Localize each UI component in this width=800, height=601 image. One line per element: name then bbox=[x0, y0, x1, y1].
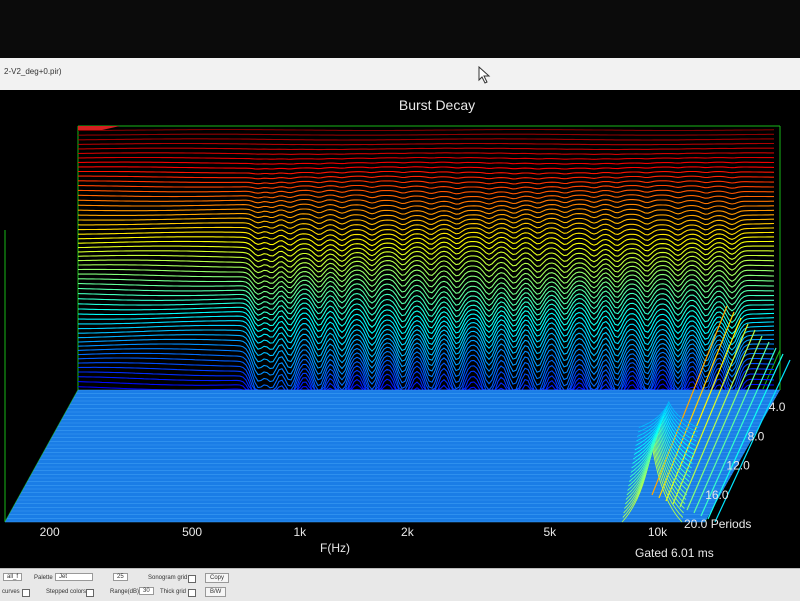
monitor-bezel bbox=[0, 0, 800, 58]
x-tick-label: 1k bbox=[293, 525, 307, 539]
x-axis-label: F(Hz) bbox=[320, 541, 350, 555]
depth-tick-label: 12.0 bbox=[726, 459, 750, 473]
thick-grid-label: Thick grid bbox=[160, 589, 187, 595]
range-input[interactable]: 30 bbox=[139, 587, 154, 595]
x-tick-label: 10k bbox=[648, 525, 668, 539]
depth-tick-label: 20.0 Periods bbox=[684, 517, 751, 531]
burst-decay-chart: Burst Decay 200 500 1k 2k 5k 10k F(Hz) 4.0 8.0… bbox=[0, 90, 800, 568]
mouse-cursor-icon bbox=[478, 66, 491, 84]
curves-label: curves bbox=[2, 589, 20, 595]
range-label: Range(dB) bbox=[110, 589, 140, 595]
bw-button[interactable]: B/W bbox=[205, 587, 227, 597]
palette-select[interactable]: Jet bbox=[55, 573, 93, 581]
depth-tick-label: 16.0 bbox=[705, 488, 729, 502]
stepped-colors-label: Stepped colors bbox=[46, 589, 87, 595]
steps-input[interactable]: 25 bbox=[113, 573, 128, 581]
depth-tick-label: 4.0 bbox=[769, 400, 786, 414]
sonogram-grid-checkbox[interactable] bbox=[188, 575, 196, 583]
curves-checkbox[interactable] bbox=[22, 589, 30, 597]
gated-label: Gated 6.01 ms bbox=[635, 546, 714, 560]
depth-tick-label: 8.0 bbox=[748, 429, 765, 443]
x-tick-label: 500 bbox=[182, 525, 202, 539]
control-strip: all_f Palette Jet 25 Sonogram grid Copy … bbox=[0, 568, 800, 601]
thick-grid-checkbox[interactable] bbox=[188, 589, 196, 597]
x-tick-label: 2k bbox=[401, 525, 415, 539]
window-titlebar: 2-V2_deg+0.pir) bbox=[0, 58, 800, 91]
chart-title: Burst Decay bbox=[399, 97, 475, 113]
stepped-colors-checkbox[interactable] bbox=[86, 589, 94, 597]
x-tick-label: 200 bbox=[40, 525, 60, 539]
x-tick-label: 5k bbox=[543, 525, 557, 539]
window-title: 2-V2_deg+0.pir) bbox=[4, 67, 62, 76]
burst-decay-plot: Burst Decay 200 500 1k 2k 5k 10k F(Hz) 4.0 8.0… bbox=[0, 90, 800, 568]
copy-button[interactable]: Copy bbox=[205, 573, 230, 583]
view-select[interactable]: all_f bbox=[3, 573, 23, 581]
palette-label: Palette bbox=[34, 575, 53, 581]
sonogram-grid-label: Sonogram grid bbox=[148, 575, 188, 581]
